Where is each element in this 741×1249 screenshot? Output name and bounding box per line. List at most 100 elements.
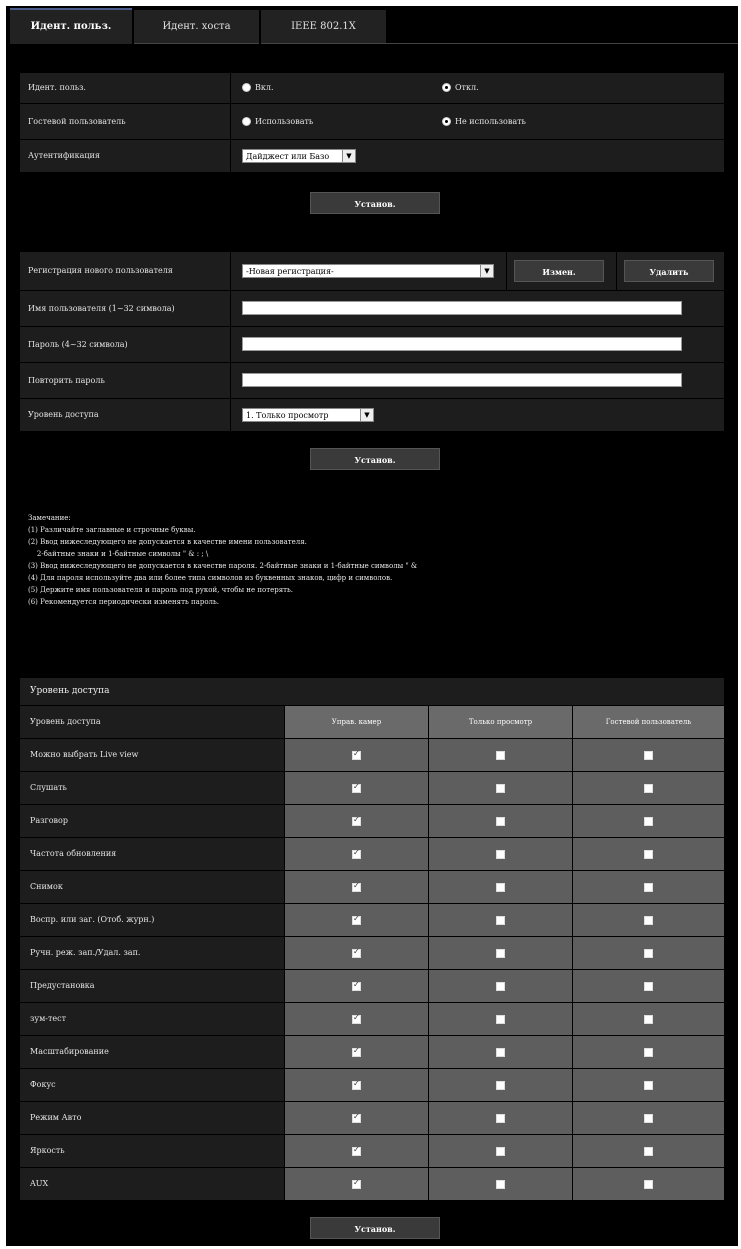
user-set-button[interactable]: Установ. [310, 448, 440, 470]
checkbox[interactable] [496, 882, 505, 892]
checkbox[interactable] [644, 783, 653, 793]
checkbox[interactable] [496, 1146, 505, 1156]
user-auth-on-radio[interactable]: Вкл. [242, 83, 274, 92]
permission-cell [573, 937, 724, 969]
checkbox[interactable] [644, 849, 653, 859]
checkbox-checked[interactable] [352, 980, 361, 991]
permission-cell [429, 838, 572, 870]
table-row: AUX [20, 1168, 724, 1201]
note-line: 2-байтные знаки и 1-байтные символы " & … [28, 550, 209, 558]
checkbox[interactable] [644, 1047, 653, 1057]
radio-label: Не использовать [455, 117, 526, 126]
radio-selected-icon [442, 83, 451, 92]
checkbox[interactable] [644, 1080, 653, 1090]
permission-cell [573, 1102, 724, 1134]
permission-cell [285, 1003, 428, 1035]
checkbox-checked[interactable] [352, 947, 361, 958]
guest-no-use-radio[interactable]: Не использовать [442, 117, 526, 126]
permission-cell [285, 871, 428, 903]
checkbox[interactable] [644, 1113, 653, 1123]
delete-user-button[interactable]: Удалить [624, 260, 714, 282]
checkbox[interactable] [644, 882, 653, 892]
column-header-view-only: Только просмотр [429, 706, 572, 738]
checkbox[interactable] [496, 1113, 505, 1123]
checkbox-checked[interactable] [352, 815, 361, 826]
checkbox[interactable] [496, 1014, 505, 1024]
checkbox-checked[interactable] [352, 1013, 361, 1024]
checkbox[interactable] [644, 981, 653, 991]
checkbox-checked[interactable] [352, 1046, 361, 1057]
checkbox[interactable] [644, 1146, 653, 1156]
checkbox[interactable] [496, 849, 505, 859]
checkbox-checked[interactable] [352, 914, 361, 925]
tab-host-auth[interactable]: Идент. хоста [134, 10, 259, 44]
checkbox[interactable] [496, 915, 505, 925]
password-label: Пароль (4~32 символа) [28, 340, 128, 349]
divider [506, 252, 507, 290]
checkbox[interactable] [644, 915, 653, 925]
permission-label: Яркость [20, 1135, 284, 1167]
radio-icon [242, 83, 251, 92]
checkbox-checked[interactable] [352, 1178, 361, 1189]
permission-cell [573, 871, 724, 903]
user-select[interactable]: -Новая регистрация- ▼ [242, 264, 494, 278]
checkbox[interactable] [496, 750, 505, 760]
authentication-select[interactable]: Дайджест или Базо ▼ [242, 149, 356, 163]
permission-cell [429, 1036, 572, 1068]
checkbox[interactable] [644, 816, 653, 826]
checkbox-checked[interactable] [352, 749, 361, 760]
permission-cell [285, 772, 428, 804]
note-line: (6) Рекомендуется периодически изменять … [28, 598, 220, 606]
row-retype-password: Повторить пароль [20, 363, 724, 399]
checkbox[interactable] [644, 1014, 653, 1024]
checkbox[interactable] [644, 1179, 653, 1189]
checkbox-checked[interactable] [352, 1145, 361, 1156]
change-user-button[interactable]: Измен. [514, 260, 604, 282]
username-input[interactable] [242, 301, 682, 315]
permission-label: Слушать [20, 772, 284, 804]
tab-divider [386, 43, 738, 44]
permissions-set-button[interactable]: Установ. [310, 1217, 440, 1239]
permission-cell [285, 970, 428, 1002]
checkbox[interactable] [496, 783, 505, 793]
permission-cell [573, 904, 724, 936]
permission-cell [429, 937, 572, 969]
permission-label: Снимок [20, 871, 284, 903]
permission-cell [429, 871, 572, 903]
checkbox-checked[interactable] [352, 782, 361, 793]
username-label: Имя пользователя (1~32 символа) [28, 304, 175, 313]
checkbox[interactable] [496, 948, 505, 958]
notes-heading: Замечание: [28, 514, 71, 522]
checkbox[interactable] [496, 816, 505, 826]
checkbox[interactable] [496, 1047, 505, 1057]
permission-cell [573, 1003, 724, 1035]
permission-cell [573, 838, 724, 870]
checkbox[interactable] [496, 1080, 505, 1090]
tab-ieee8021x[interactable]: IEEE 802.1X [261, 10, 386, 44]
permissions-rows: Можно выбрать Live viewСлушатьРазговорЧа… [20, 739, 724, 1201]
permission-label: Предустановка [20, 970, 284, 1002]
checkbox[interactable] [496, 981, 505, 991]
password-input[interactable] [242, 337, 682, 351]
checkbox-checked[interactable] [352, 1079, 361, 1090]
checkbox[interactable] [496, 1179, 505, 1189]
access-level-select[interactable]: 1. Только просмотр ▼ [242, 408, 374, 422]
checkbox-checked[interactable] [352, 848, 361, 859]
guest-use-radio[interactable]: Использовать [242, 117, 313, 126]
checkbox[interactable] [644, 750, 653, 760]
checkbox-checked[interactable] [352, 881, 361, 892]
permission-label: Ручн. реж. зап./Удал. зап. [20, 937, 284, 969]
retype-password-input[interactable] [242, 373, 682, 387]
auth-set-button[interactable]: Установ. [310, 192, 440, 214]
tab-user-auth[interactable]: Идент. польз. [10, 8, 132, 44]
permission-label: Режим Авто [20, 1102, 284, 1134]
permission-label: Разговор [20, 805, 284, 837]
checkbox-checked[interactable] [352, 1112, 361, 1123]
user-auth-off-radio[interactable]: Откл. [442, 83, 479, 92]
checkbox[interactable] [644, 948, 653, 958]
permission-cell [285, 904, 428, 936]
permission-cell [573, 970, 724, 1002]
table-row: Масштабирование [20, 1036, 724, 1069]
permission-cell [429, 970, 572, 1002]
divider [230, 363, 231, 398]
